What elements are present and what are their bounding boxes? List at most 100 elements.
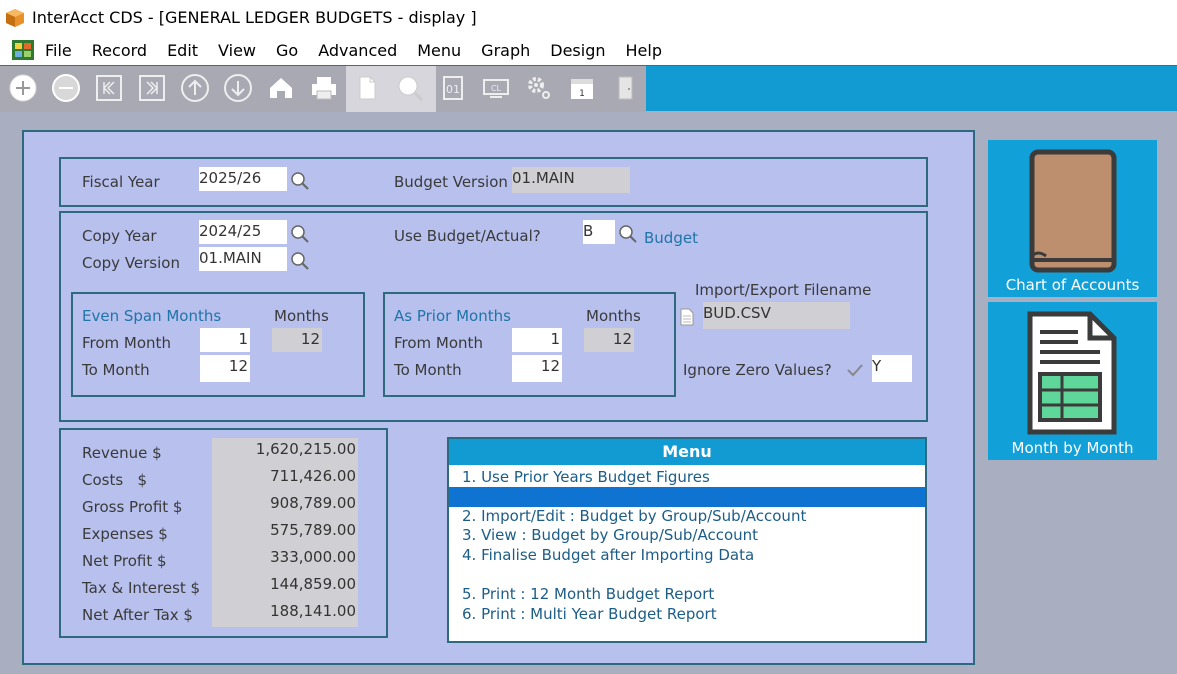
summary-value-tax-interest: 144,859.00 xyxy=(212,573,358,600)
copy-version-label: Copy Version xyxy=(82,254,180,272)
even-span-months-label: Months xyxy=(274,307,329,325)
even-span-months-field: 12 xyxy=(272,328,322,352)
even-span-from-field[interactable]: 1 xyxy=(200,328,250,352)
prior-months-title: As Prior Months xyxy=(394,307,511,325)
month-by-month-caption: Month by Month xyxy=(1011,439,1134,457)
copy-version-field[interactable]: 01.MAIN xyxy=(199,247,287,271)
menu-bar: File Record Edit View Go Advanced Menu G… xyxy=(0,35,1177,65)
use-budget-field[interactable]: B xyxy=(583,220,615,244)
chart-of-accounts-caption: Chart of Accounts xyxy=(1005,276,1140,294)
summary-value-net-profit: 333,000.00 xyxy=(212,546,358,573)
fiscal-year-field[interactable]: 2025/26 xyxy=(199,167,287,191)
chart-of-accounts-button[interactable]: Chart of Accounts xyxy=(988,140,1157,297)
menu-graph[interactable]: Graph xyxy=(481,41,530,60)
ignore-zero-field[interactable]: Y xyxy=(872,355,912,382)
copy-year-label: Copy Year xyxy=(82,227,157,245)
checkmark-icon xyxy=(847,364,863,377)
menu-item-5[interactable]: 5. Print : 12 Month Budget Report xyxy=(462,585,714,603)
menu-list-box: Menu 1. Use Prior Years Budget Figures 2… xyxy=(447,437,927,643)
svg-text:1: 1 xyxy=(579,89,585,99)
summary-label-expenses: Expenses $ xyxy=(82,525,168,543)
import-filename-field[interactable]: BUD.CSV xyxy=(703,302,850,329)
summary-value-expenses: 575,789.00 xyxy=(212,519,358,546)
copy-settings-box: Copy Year 2024/25 Copy Version 01.MAIN U… xyxy=(59,211,928,422)
menu-title: Menu xyxy=(449,439,925,465)
app-cube-icon xyxy=(6,8,24,27)
home-icon[interactable] xyxy=(261,66,301,110)
settings-icon[interactable] xyxy=(519,66,559,110)
last-record-icon[interactable] xyxy=(132,66,172,110)
summary-value-gross-profit: 908,789.00 xyxy=(212,492,358,519)
new-document-icon[interactable] xyxy=(347,66,387,110)
prior-months-to-field[interactable]: 12 xyxy=(512,355,562,382)
app-menu-icon[interactable] xyxy=(11,39,35,61)
prior-months-from-field[interactable]: 1 xyxy=(512,328,562,352)
fiscal-year-label: Fiscal Year xyxy=(82,173,160,191)
copy-year-field[interactable]: 2024/25 xyxy=(199,220,287,244)
prior-months-months-label: Months xyxy=(586,307,641,325)
even-span-to-label: To Month xyxy=(82,361,150,379)
prior-months-to-label: To Month xyxy=(394,361,462,379)
menu-advanced[interactable]: Advanced xyxy=(318,41,397,60)
month-by-month-button[interactable]: Month by Month xyxy=(988,302,1157,460)
import-filename-label: Import/Export Filename xyxy=(695,281,872,299)
copy-year-search-icon[interactable] xyxy=(289,223,311,245)
summary-value-revenue: 1,620,215.00 xyxy=(212,438,358,465)
menu-item-1[interactable]: 1. Use Prior Years Budget Figures xyxy=(462,468,710,486)
print-icon[interactable] xyxy=(304,66,344,110)
even-span-to-field[interactable]: 12 xyxy=(200,355,250,382)
menu-help[interactable]: Help xyxy=(626,41,662,60)
add-record-icon[interactable] xyxy=(3,66,43,110)
menu-view[interactable]: View xyxy=(218,41,256,60)
copy-version-search-icon[interactable] xyxy=(289,250,311,272)
even-span-title: Even Span Months xyxy=(82,307,222,325)
file-icon xyxy=(680,308,694,326)
next-record-icon[interactable] xyxy=(218,66,258,110)
menu-record[interactable]: Record xyxy=(92,41,147,60)
summary-value-net-after-tax: 188,141.00 xyxy=(212,600,358,627)
budget-version-label: Budget Version xyxy=(394,173,508,191)
menu-go[interactable]: Go xyxy=(276,41,298,60)
toolbar: 01 CL 1 xyxy=(0,65,1177,112)
exit-door-icon[interactable] xyxy=(605,66,645,110)
calendar-icon[interactable]: 1 xyxy=(562,66,602,110)
summary-value-costs: 711,426.00 xyxy=(212,465,358,492)
menu-item-6[interactable]: 6. Print : Multi Year Budget Report xyxy=(462,605,717,623)
title-bar: InterAcct CDS - [GENERAL LEDGER BUDGETS … xyxy=(0,0,1177,35)
book-icon xyxy=(1029,149,1117,273)
keyboard-icon[interactable]: CL xyxy=(476,66,516,110)
header-box: Fiscal Year 2025/26 Budget Version 01.MA… xyxy=(59,157,928,207)
fiscal-year-search-icon[interactable] xyxy=(289,170,311,192)
menu-edit[interactable]: Edit xyxy=(167,41,198,60)
use-budget-label: Use Budget/Actual? xyxy=(394,227,541,245)
summary-label-revenue: Revenue $ xyxy=(82,444,162,462)
menu-file[interactable]: File xyxy=(45,41,72,60)
search-icon[interactable] xyxy=(390,66,430,110)
window-title: InterAcct CDS - [GENERAL LEDGER BUDGETS … xyxy=(32,8,477,27)
prior-months-from-label: From Month xyxy=(394,334,483,352)
menu-menu[interactable]: Menu xyxy=(417,41,461,60)
summary-label-tax-interest: Tax & Interest $ xyxy=(82,579,201,597)
menu-item-3[interactable]: 3. View : Budget by Group/Sub/Account xyxy=(462,526,758,544)
summary-label-net-after-tax: Net After Tax $ xyxy=(82,606,193,624)
delete-record-icon[interactable] xyxy=(46,66,86,110)
summary-box: Revenue $ 1,620,215.00 Costs $ 711,426.0… xyxy=(59,428,388,638)
calculator-icon[interactable]: 01 xyxy=(433,66,473,110)
summary-label-gross-profit: Gross Profit $ xyxy=(82,498,183,516)
use-budget-search-icon[interactable] xyxy=(617,223,639,245)
menu-design[interactable]: Design xyxy=(550,41,605,60)
menu-item-2[interactable]: 2. Import/Edit : Budget by Group/Sub/Acc… xyxy=(462,507,806,525)
menu-selected-row[interactable] xyxy=(449,487,925,507)
summary-label-costs: Costs $ xyxy=(82,471,148,489)
prior-months-box: As Prior Months Months From Month 1 12 T… xyxy=(383,292,676,397)
budget-form-panel: Fiscal Year 2025/26 Budget Version 01.MA… xyxy=(22,130,975,665)
previous-record-icon[interactable] xyxy=(175,66,215,110)
first-record-icon[interactable] xyxy=(89,66,129,110)
ignore-zero-label: Ignore Zero Values? xyxy=(683,361,832,379)
even-span-from-label: From Month xyxy=(82,334,171,352)
svg-text:01: 01 xyxy=(446,83,460,96)
budget-version-field: 01.MAIN xyxy=(512,167,630,193)
summary-label-net-profit: Net Profit $ xyxy=(82,552,167,570)
menu-item-4[interactable]: 4. Finalise Budget after Importing Data xyxy=(462,546,754,564)
even-span-box: Even Span Months Months From Month 1 12 … xyxy=(71,292,365,397)
